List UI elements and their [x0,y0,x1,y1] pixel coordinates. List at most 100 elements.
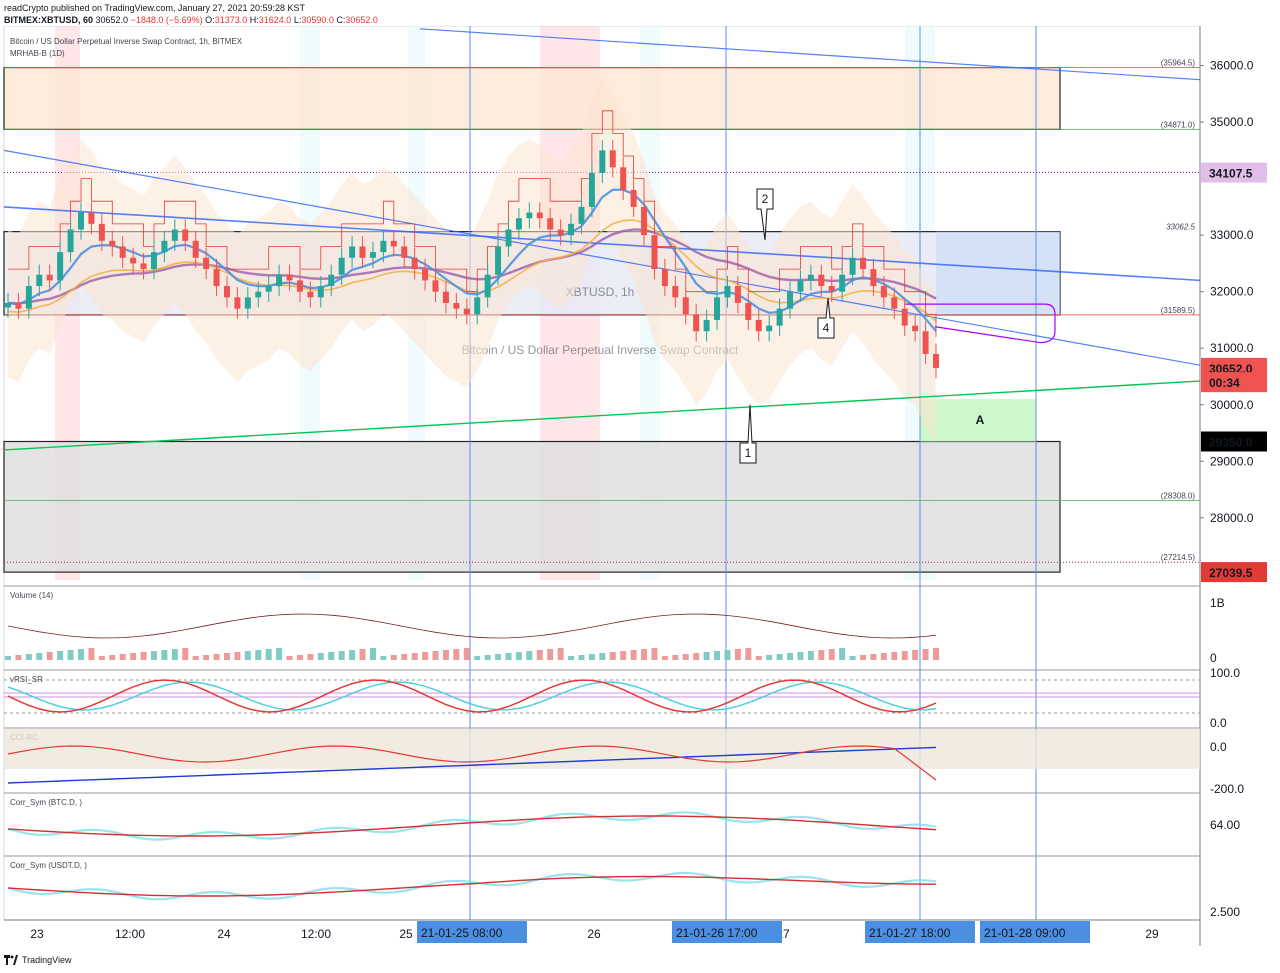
candle-body [307,291,314,298]
candle-body [620,167,627,190]
x-tick-label: 12:00 [115,927,145,941]
volume-bar [422,652,429,660]
candle-body [703,319,710,332]
pane-y-label: -200.0 [1210,782,1244,796]
price-badge-label: 34107.5 [1209,167,1253,181]
chart-area[interactable]: XBTUSD, 1h Bitcoin / US Dollar Perpetual … [0,26,1280,946]
candle-body [77,212,84,230]
corr-line-red [7,815,937,837]
corr-line-red [7,875,936,897]
volume-bar [67,650,74,660]
volume-bar [5,656,11,660]
y-tick-label: 36000.0 [1210,59,1254,73]
candle-body [25,286,32,309]
volume-bar [463,648,470,660]
volume-bar [15,655,22,660]
candle-body [15,303,22,309]
x-highlight-label: 21-01-28 09:00 [984,926,1066,940]
volume-bar [244,651,251,660]
volume-bar [150,651,157,660]
volume-bar [734,649,741,660]
volume-bar [36,653,43,660]
volume-bar [119,654,126,660]
pane-y-label: 0.0 [1210,716,1227,730]
candle-body [276,274,283,287]
volume-bar [98,656,105,660]
candle-body [651,235,658,270]
candle-body [130,257,137,264]
candle-body [255,291,262,298]
volume-bar [787,653,794,660]
volume-bar [265,649,272,660]
volume-bar [296,655,303,660]
candle-body [161,240,168,253]
volume-bar [682,654,689,660]
volume-bar [651,648,658,660]
cci-band [4,729,1200,769]
candle-body [463,308,470,315]
volume-bar [286,656,293,660]
high-label: H: [249,15,259,25]
volume-bar [140,652,147,660]
volume-bar [505,653,512,660]
x-highlight-label: 21-01-25 08:00 [421,926,503,940]
candle-body [682,297,689,315]
volume-bar [223,653,230,660]
x-tick-label: 23 [30,927,44,941]
volume-bar [203,655,210,660]
pane-label: vRSI_SR [10,675,43,684]
candle-body [422,269,429,281]
volume-bar [77,649,84,660]
volume-bar [568,656,575,660]
candle-body [755,319,762,332]
volume-bar [766,655,773,660]
candle-body [286,274,293,281]
chart-svg[interactable]: XBTUSD, 1hBitcoin / US Dollar Perpetual … [0,26,1280,946]
footer-brand: TradingView [22,955,72,965]
price-badge-label: 29350.0 [1209,436,1253,450]
candle-body [922,331,929,354]
volume-bar [484,655,491,660]
volume-bar [933,648,939,660]
volume-bar [432,651,439,660]
volume-bar [182,648,189,660]
candle-body [578,206,585,224]
candle-body [192,240,199,258]
candle-body [213,269,220,287]
volume-bar [599,653,606,660]
price-badge-label: 00:34 [1209,376,1240,390]
volume-bar [401,654,408,660]
chart-title: Bitcoin / US Dollar Perpetual Inverse Sw… [10,37,243,46]
open-value: 31373.0 [214,15,248,25]
volume-bar [390,655,397,660]
volume-bar [130,653,137,660]
candle-body [182,229,189,241]
candle-body [797,280,804,292]
symbol-line: BITMEX:XBTUSD, 60 30652.0 −1848.0 (−5.69… [4,15,378,26]
candle-body [526,212,533,219]
candle-body [171,229,178,241]
volume-bar [901,651,908,660]
rsi-line-cyan [7,681,937,711]
volume-bar [661,656,668,660]
candle-body [36,274,43,287]
volume-bar [474,656,481,660]
candle-body [818,274,825,287]
pane-y-label: 100.0 [1210,666,1240,680]
volume-bar [547,649,554,660]
candle-body [641,206,648,236]
candle-body [119,246,126,258]
candle-body [338,257,345,275]
candle-body [150,252,157,270]
volume-bar [703,652,710,660]
volume-bar [255,650,262,660]
candle-body [98,223,105,241]
level-label: (31589.5) [1161,306,1196,315]
candle-body [349,246,356,258]
candle-body [484,274,491,298]
high-value: 31624.0 [258,15,292,25]
volume-bar [276,648,283,660]
candle-body [495,246,502,275]
level-label: 33062.5 [1166,223,1195,232]
candle-body [359,246,366,258]
